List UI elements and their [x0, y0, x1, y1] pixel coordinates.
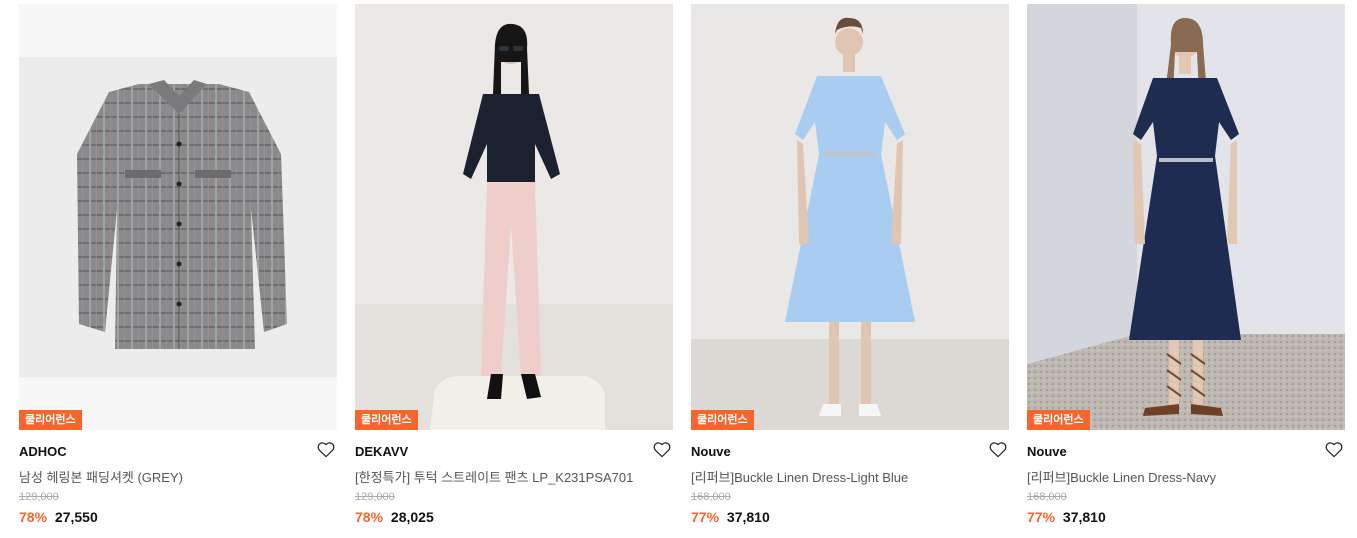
sale-price: 37,810 — [726, 509, 770, 525]
clearance-badge: 쿨리어런스 — [19, 410, 82, 430]
product-brand[interactable]: Nouve — [691, 444, 731, 459]
discount-rate: 78% — [355, 509, 384, 525]
sale-price: 37,810 — [1062, 509, 1106, 525]
discount-rate: 77% — [691, 509, 720, 525]
product-brand[interactable]: DEKAVV — [355, 444, 408, 459]
original-price: 129,000 — [355, 491, 395, 503]
heart-outline-icon[interactable] — [1325, 441, 1343, 458]
product-card[interactable]: 쿨리어런스 Nouve [리퍼브]Buckle Linen Dress-Navy… — [1027, 4, 1345, 534]
discount-rate: 77% — [1027, 509, 1056, 525]
discount-rate: 78% — [19, 509, 48, 525]
product-name[interactable]: 남성 헤링본 패딩셔켓 (GREY) — [19, 467, 183, 486]
product-brand[interactable]: Nouve — [1027, 444, 1067, 459]
heart-outline-icon[interactable] — [653, 441, 671, 458]
original-price: 129,000 — [19, 491, 59, 503]
sale-price-row: 77% 37,810 — [1027, 509, 1106, 525]
product-name[interactable]: [리퍼브]Buckle Linen Dress-Navy — [1027, 467, 1216, 486]
product-card[interactable]: 쿨리어런스 Nouve [리퍼브]Buckle Linen Dress-Ligh… — [691, 4, 1009, 534]
product-card[interactable]: 쿨리어런스 DEKAVV [한정특가] 투턱 스트레이트 팬츠 LP_K231P… — [355, 4, 673, 534]
product-card[interactable]: 쿨리어런스 ADHOC 남성 헤링본 패딩셔켓 (GREY) 129,000 7… — [19, 4, 337, 534]
original-price: 168,000 — [1027, 491, 1067, 503]
clearance-badge: 쿨리어런스 — [1027, 410, 1090, 430]
heart-outline-icon[interactable] — [989, 441, 1007, 458]
product-grid: 쿨리어런스 ADHOC 남성 헤링본 패딩셔켓 (GREY) 129,000 7… — [0, 0, 1357, 538]
sale-price-row: 78% 28,025 — [355, 509, 434, 525]
product-brand[interactable]: ADHOC — [19, 444, 67, 459]
product-image[interactable]: 쿨리어런스 — [355, 4, 673, 430]
sale-price-row: 77% 37,810 — [691, 509, 770, 525]
product-name[interactable]: [한정특가] 투턱 스트레이트 팬츠 LP_K231PSA701 — [355, 467, 633, 486]
sale-price-row: 78% 27,550 — [19, 509, 98, 525]
heart-outline-icon[interactable] — [317, 441, 335, 458]
sale-price: 27,550 — [54, 509, 98, 525]
clearance-badge: 쿨리어런스 — [691, 410, 754, 430]
product-image[interactable]: 쿨리어런스 — [691, 4, 1009, 430]
sale-price: 28,025 — [390, 509, 434, 525]
product-image[interactable]: 쿨리어런스 — [19, 4, 337, 430]
clearance-badge: 쿨리어런스 — [355, 410, 418, 430]
product-name[interactable]: [리퍼브]Buckle Linen Dress-Light Blue — [691, 467, 908, 486]
product-image[interactable]: 쿨리어런스 — [1027, 4, 1345, 430]
original-price: 168,000 — [691, 491, 731, 503]
